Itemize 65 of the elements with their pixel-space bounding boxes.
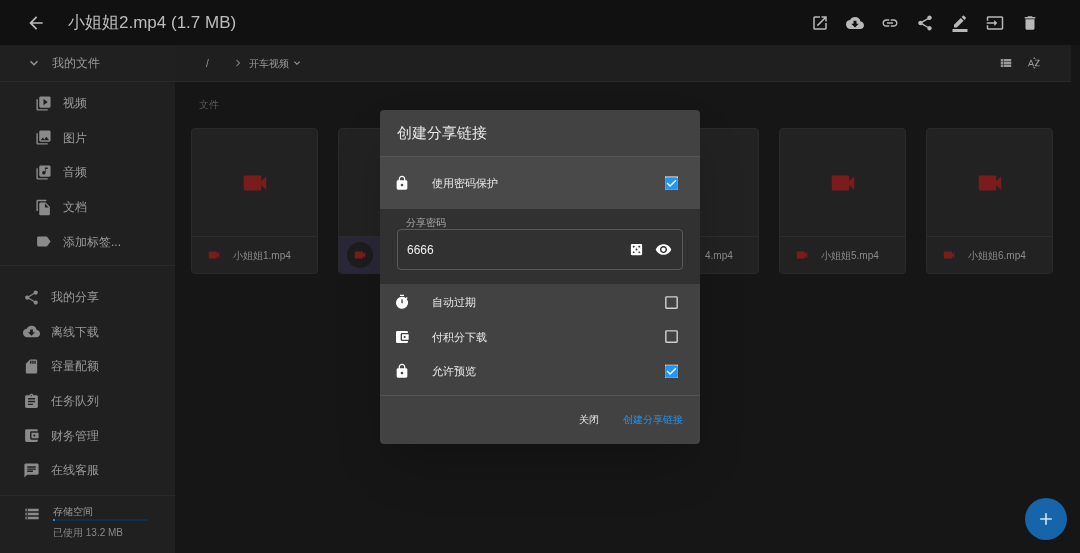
sidebar-item[interactable]: 添加标签... (0, 224, 175, 259)
close-button[interactable]: 关闭 (579, 412, 599, 427)
lock-icon (394, 175, 410, 191)
checkbox[interactable] (663, 174, 680, 192)
sidebar-item[interactable]: 容量配额 (0, 349, 175, 384)
file-card[interactable]: 小姐姐6.mp4 (926, 128, 1053, 274)
section-label: 文件 (199, 98, 220, 112)
checkbox[interactable] (663, 293, 680, 311)
file-card[interactable]: 小姐姐5.mp4 (779, 128, 906, 274)
sidebar-item[interactable]: 我的分享 (0, 279, 175, 315)
sidebar-item[interactable]: 视频 (0, 86, 175, 121)
option-row[interactable]: 允许预览 (380, 354, 700, 389)
sidebar-item[interactable]: 财务管理 (0, 418, 175, 453)
sidebar-item[interactable]: 在线客服 (0, 452, 175, 488)
share-icon (23, 288, 40, 306)
breadcrumb-item[interactable]: 开车视频 (248, 55, 303, 71)
sidebar-item[interactable]: 任务队列 (0, 383, 175, 419)
list-view-button[interactable] (999, 56, 1013, 70)
checkbox[interactable] (663, 328, 680, 346)
storage-used: 已使用 13.2 MB (53, 526, 125, 540)
open-external-icon (811, 13, 829, 32)
sd-card-icon (23, 357, 40, 375)
timer-icon (394, 294, 410, 311)
file-name: 4.mp4 (705, 248, 733, 263)
add-button[interactable] (1025, 498, 1067, 540)
password-value: 6666 (407, 241, 434, 259)
file-name: 小姐姐1.mp4 (233, 248, 291, 263)
option-row[interactable]: 付积分下载 (380, 319, 700, 354)
field-label: 分享密码 (404, 217, 448, 229)
storage-icon (24, 506, 40, 522)
sidebar-item[interactable]: 音频 (0, 155, 175, 190)
option-label: 付积分下载 (432, 329, 487, 345)
create-link-button[interactable]: 创建分享链接 (623, 412, 683, 427)
eye-icon[interactable] (655, 241, 672, 258)
music-library-icon (35, 164, 52, 181)
password-field[interactable]: 6666 (397, 229, 683, 270)
sidebar-item[interactable]: 图片 (0, 120, 175, 156)
sort-alpha-icon (1027, 56, 1041, 70)
checkbox[interactable] (663, 362, 680, 380)
file-name: 小姐姐5.mp4 (821, 248, 879, 263)
documents-icon (35, 198, 52, 216)
sidebar-item[interactable]: 离线下载 (0, 314, 175, 350)
wallet-icon (23, 427, 40, 445)
sidebar-item[interactable]: 文档 (0, 189, 175, 225)
video-library-icon (35, 94, 52, 112)
file-name: 小姐姐6.mp4 (968, 248, 1026, 263)
storage-label: 存储空间 (53, 506, 94, 518)
dice-icon[interactable] (629, 242, 644, 257)
photo-library-icon (35, 129, 52, 147)
file-title: 小姐姐2.mp4 (1.7 MB) (68, 11, 237, 34)
option-label: 使用密码保护 (432, 175, 498, 191)
move-icon (986, 13, 1004, 32)
breadcrumb-item[interactable]: / (206, 55, 209, 71)
share-icon (916, 13, 934, 32)
option-row[interactable]: 自动过期 (380, 285, 700, 320)
list-view-icon (999, 56, 1013, 70)
file-card[interactable]: 小姐姐1.mp4 (191, 128, 318, 274)
lock-icon (394, 363, 410, 380)
pencil-icon (951, 13, 969, 32)
wallet-icon (394, 328, 410, 345)
clipboard-icon (23, 392, 40, 410)
sort-button[interactable] (1027, 56, 1041, 70)
option-label: 自动过期 (432, 295, 476, 310)
option-label: 允许预览 (432, 364, 476, 379)
chat-icon (23, 461, 40, 479)
